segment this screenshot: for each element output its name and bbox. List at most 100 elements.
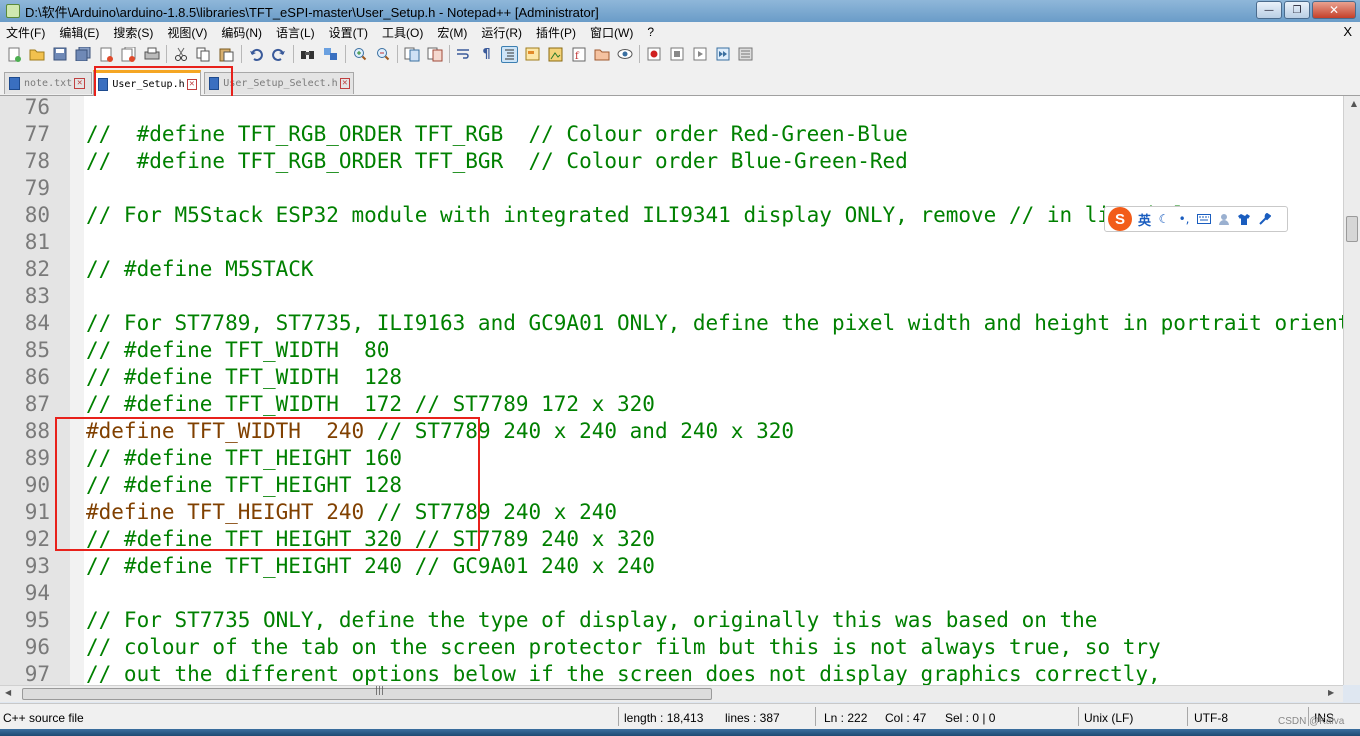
save-macro-icon[interactable] xyxy=(737,46,754,63)
menu-language[interactable]: 语言(L) xyxy=(269,24,322,41)
undo-icon[interactable] xyxy=(247,46,264,63)
punct-icon[interactable]: •, xyxy=(1177,212,1191,226)
code-text: // colour of the tab on the screen prote… xyxy=(86,635,1161,659)
toolbar-separator xyxy=(397,45,398,63)
save-all-icon[interactable] xyxy=(74,46,91,63)
find-icon[interactable] xyxy=(299,46,316,63)
code-line[interactable]: 76 xyxy=(0,96,1340,121)
code-line[interactable]: 86 // #define TFT_WIDTH 128 xyxy=(0,364,1340,391)
menu-file[interactable]: 文件(F) xyxy=(0,24,52,41)
status-sel: Sel : 0 | 0 xyxy=(945,711,996,725)
line-number: 81 xyxy=(24,230,50,254)
code-line[interactable]: 81 xyxy=(0,229,1340,256)
horizontal-scrollbar[interactable]: ◀ ||| ▶ xyxy=(0,685,1343,702)
code-line[interactable]: 79 xyxy=(0,175,1340,202)
code-text: // #define TFT_WIDTH 80 xyxy=(86,338,390,362)
wrench-icon[interactable] xyxy=(1257,212,1271,226)
moon-icon[interactable]: ☾ xyxy=(1157,212,1171,226)
menu-settings[interactable]: 设置(T) xyxy=(322,24,375,41)
open-file-icon[interactable] xyxy=(28,46,45,63)
vertical-scrollbar[interactable]: ▲ xyxy=(1343,96,1360,685)
menu-window[interactable]: 窗口(W) xyxy=(583,24,640,41)
line-number: 82 xyxy=(24,257,50,281)
run-macro-multiple-icon[interactable] xyxy=(714,46,731,63)
editor[interactable]: 76 77 // #define TFT_RGB_ORDER TFT_RGB // … xyxy=(0,96,1360,685)
close-all-icon[interactable] xyxy=(120,46,137,63)
user-icon[interactable] xyxy=(1217,213,1231,226)
word-wrap-icon[interactable] xyxy=(455,46,472,63)
code-line[interactable]: 85 // #define TFT_WIDTH 80 xyxy=(0,337,1340,364)
code-line[interactable]: 96 // colour of the tab on the screen pro… xyxy=(0,634,1340,661)
code-line[interactable]: 83 xyxy=(0,283,1340,310)
code-line[interactable]: 97 // out the different options below if … xyxy=(0,661,1340,685)
show-all-chars-icon[interactable]: ¶ xyxy=(478,46,495,63)
scroll-left-icon[interactable]: ◀ xyxy=(5,688,11,697)
menu-encoding[interactable]: 编码(N) xyxy=(214,24,269,41)
code-line[interactable]: 77 // #define TFT_RGB_ORDER TFT_RGB // Co… xyxy=(0,121,1340,148)
menu-macro[interactable]: 宏(M) xyxy=(430,24,474,41)
cut-icon[interactable] xyxy=(172,46,189,63)
maximize-button[interactable]: ❐ xyxy=(1284,1,1310,19)
code-text: // #define TFT_HEIGHT 240 // GC9A01 240 … xyxy=(86,554,655,578)
close-tab-icon[interactable]: ✕ xyxy=(74,78,86,89)
code-line[interactable]: 87 // #define TFT_WIDTH 172 // ST7789 172… xyxy=(0,391,1340,418)
copy-icon[interactable] xyxy=(195,46,212,63)
menu-run[interactable]: 运行(R) xyxy=(474,24,529,41)
user-defined-language-icon[interactable] xyxy=(524,46,541,63)
toolbar-separator xyxy=(639,45,640,63)
line-number: 84 xyxy=(24,311,50,335)
sync-horizontal-icon[interactable] xyxy=(426,46,443,63)
vertical-scroll-thumb[interactable] xyxy=(1346,216,1358,242)
redo-icon[interactable] xyxy=(270,46,287,63)
line-number: 79 xyxy=(24,176,50,200)
menu-plugins[interactable]: 插件(P) xyxy=(529,24,583,41)
indent-guide-icon[interactable] xyxy=(501,45,518,63)
tab-note-txt[interactable]: note.txt ✕ xyxy=(4,72,92,94)
close-button[interactable]: ✕ xyxy=(1312,1,1356,19)
ime-toolbar[interactable]: S 英 ☾ •, xyxy=(1104,206,1288,232)
status-separator xyxy=(1187,707,1188,726)
menu-edit[interactable]: 编辑(E) xyxy=(52,24,106,41)
ime-mode-toggle[interactable]: 英 xyxy=(1138,210,1151,229)
code-line[interactable]: 82 // #define M5STACK xyxy=(0,256,1340,283)
horizontal-scroll-thumb[interactable] xyxy=(22,688,712,700)
monitoring-icon[interactable] xyxy=(616,46,633,63)
menu-view[interactable]: 视图(V) xyxy=(160,24,214,41)
stop-macro-icon[interactable] xyxy=(668,46,685,63)
paste-icon[interactable] xyxy=(218,46,235,63)
sogou-logo-icon[interactable]: S xyxy=(1108,207,1132,231)
code-line[interactable]: 93 // #define TFT_HEIGHT 240 // GC9A01 24… xyxy=(0,553,1340,580)
sync-vertical-icon[interactable] xyxy=(403,46,420,63)
shirt-icon[interactable] xyxy=(1237,213,1251,226)
close-file-icon[interactable] xyxy=(97,46,114,63)
line-number: 95 xyxy=(24,608,50,632)
replace-icon[interactable] xyxy=(322,46,339,63)
zoom-in-icon[interactable] xyxy=(351,46,368,63)
code-text: // #define TFT_WIDTH 128 xyxy=(86,365,403,389)
menu-search[interactable]: 搜索(S) xyxy=(106,24,160,41)
menu-tools[interactable]: 工具(O) xyxy=(375,24,430,41)
record-macro-icon[interactable] xyxy=(645,46,662,63)
code-line[interactable]: 94 xyxy=(0,580,1340,607)
keyboard-icon[interactable] xyxy=(1197,213,1212,226)
scroll-up-icon[interactable]: ▲ xyxy=(1351,99,1357,108)
line-number: 83 xyxy=(24,284,50,308)
line-number: 77 xyxy=(24,122,50,146)
new-file-icon[interactable] xyxy=(5,46,22,63)
scroll-right-icon[interactable]: ▶ xyxy=(1328,688,1334,697)
print-icon[interactable] xyxy=(143,46,160,63)
document-map-icon[interactable] xyxy=(547,46,564,63)
zoom-out-icon[interactable] xyxy=(374,46,391,63)
minimize-button[interactable]: — xyxy=(1256,1,1282,19)
code-line[interactable]: 95 // For ST7735 ONLY, define the type of… xyxy=(0,607,1340,634)
close-document-button[interactable]: X xyxy=(1343,24,1352,39)
function-list-icon[interactable]: f xyxy=(570,46,587,63)
play-macro-icon[interactable] xyxy=(691,46,708,63)
save-icon[interactable] xyxy=(51,46,68,63)
folder-workspace-icon[interactable] xyxy=(593,46,610,63)
menu-help[interactable]: ? xyxy=(640,25,661,39)
code-line[interactable]: 78 // #define TFT_RGB_ORDER TFT_BGR // Co… xyxy=(0,148,1340,175)
line-number: 76 xyxy=(24,96,50,119)
close-tab-icon[interactable]: ✕ xyxy=(339,78,350,89)
code-line[interactable]: 84 // For ST7789, ST7735, ILI9163 and GC9… xyxy=(0,310,1360,337)
